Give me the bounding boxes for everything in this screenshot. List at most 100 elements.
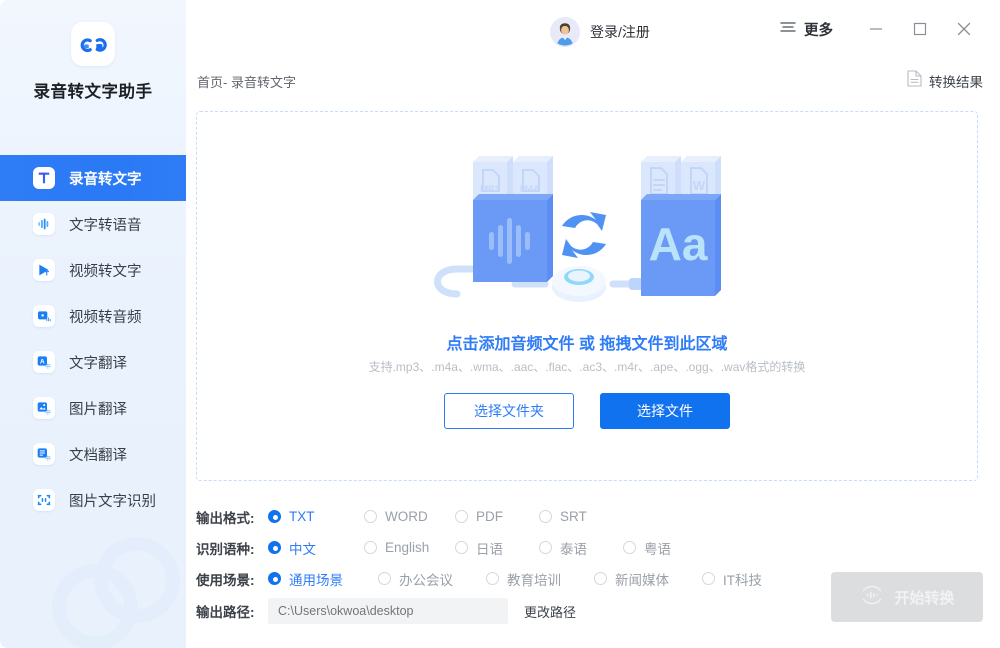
option-row-scenario: 使用场景: 通用场景 办公会议 教育培训 新闻媒体 IT科技	[196, 563, 816, 594]
text-translate-icon: A 中	[33, 351, 55, 373]
image-ocr-icon	[33, 489, 55, 511]
radio-label: 教育培训	[507, 572, 561, 588]
radio-label: WORD	[385, 509, 428, 524]
sidebar-watermark-logo	[52, 537, 180, 648]
radio-label: English	[385, 540, 430, 555]
video-to-text-icon	[33, 259, 55, 281]
radio-label: 办公会议	[399, 572, 453, 588]
menu-lines-icon	[780, 20, 796, 39]
sidebar-item-text-translate[interactable]: A 中 文字翻译	[0, 339, 186, 385]
option-label: 输出格式:	[196, 510, 255, 526]
header-overlay-blob	[664, 2, 788, 58]
conversion-results-label: 转换结果	[929, 75, 983, 90]
option-row-language: 识别语种: 中文 English 日语 泰语 粤语	[196, 532, 816, 563]
conversion-illustration: MP3 M4A W Aa	[434, 156, 721, 302]
option-label: 使用场景:	[196, 572, 255, 588]
radio-output-format-word[interactable]: WORD	[364, 509, 455, 524]
brand-name: 录音转文字助手	[33, 83, 153, 101]
more-menu-button[interactable]: 更多	[780, 19, 833, 40]
sidebar-item-label: 视频转音频	[69, 309, 142, 326]
radio-scenario-education[interactable]: 教育培训	[486, 569, 594, 589]
output-path-row: 输出路径: 更改路径	[196, 598, 576, 624]
window-controls	[854, 12, 986, 50]
dropzone-subtitle: 支持.mp3、.m4a、.wma、.aac、.flac、.ac3、.m4r、.a…	[368, 360, 806, 374]
radio-scenario-office-meeting[interactable]: 办公会议	[378, 569, 486, 589]
radio-output-format-txt[interactable]: TXT	[268, 509, 364, 524]
conversion-results-link[interactable]: 转换结果	[907, 70, 983, 92]
maximize-icon	[913, 22, 927, 41]
breadcrumb: 首页- 录音转文字	[197, 75, 296, 90]
radio-language-cantonese[interactable]: 粤语	[623, 538, 671, 558]
sidebar-nav: 录音转文字 文字转语音 视频转文字 视频转音频 A 中 文字翻译 中 图片翻译 …	[0, 155, 186, 523]
dropzone-buttons: 选择文件夹 选择文件	[197, 393, 977, 429]
radio-dot-icon	[702, 572, 715, 585]
brand: 录音转文字助手	[0, 0, 186, 102]
radio-dot-icon	[486, 572, 499, 585]
user-avatar	[550, 17, 580, 47]
sidebar-item-video-to-audio[interactable]: 视频转音频	[0, 293, 186, 339]
sidebar-item-label: 录音转文字	[69, 171, 142, 188]
sidebar-item-text-to-speech[interactable]: 文字转语音	[0, 201, 186, 247]
sidebar-item-document-translate[interactable]: 中 文档翻译	[0, 431, 186, 477]
radio-label: 粤语	[644, 541, 671, 557]
maximize-button[interactable]	[898, 12, 942, 50]
radio-output-format-srt[interactable]: SRT	[539, 509, 587, 524]
radio-label: 新闻媒体	[615, 572, 669, 588]
file-dropzone[interactable]: MP3 M4A W Aa 点击添加音频文件 或 拖拽文件到此区域 支持.mp3、…	[196, 111, 978, 481]
sidebar-item-label: 图片翻译	[69, 401, 127, 418]
svg-text:Aa: Aa	[649, 218, 708, 270]
sidebar-item-image-ocr[interactable]: 图片文字识别	[0, 477, 186, 523]
radio-dot-icon	[455, 510, 468, 523]
svg-text:W: W	[693, 178, 706, 193]
change-path-button[interactable]: 更改路径	[524, 602, 576, 621]
radio-scenario-it-tech[interactable]: IT科技	[702, 569, 762, 589]
document-icon	[907, 70, 922, 92]
convert-arrows-icon	[562, 212, 606, 258]
start-conversion-button[interactable]: 开始转换	[831, 572, 983, 622]
text-to-speech-icon	[33, 213, 55, 235]
minimize-button[interactable]	[854, 12, 898, 50]
radio-language-chinese[interactable]: 中文	[268, 538, 364, 558]
radio-output-format-pdf[interactable]: PDF	[455, 509, 539, 524]
radio-dot-icon	[364, 541, 377, 554]
output-path-input[interactable]	[268, 598, 508, 624]
more-menu-label: 更多	[804, 23, 833, 39]
radio-dot-icon	[594, 572, 607, 585]
radio-scenario-general[interactable]: 通用场景	[268, 569, 378, 589]
sidebar-item-image-translate[interactable]: 中 图片翻译	[0, 385, 186, 431]
radio-label: SRT	[560, 509, 587, 524]
audio-to-text-icon	[33, 167, 55, 189]
svg-text:A: A	[40, 358, 45, 365]
radio-label: 中文	[289, 541, 316, 557]
conversion-options: 输出格式: TXT WORD PDF SRT 识别语种: 中文 English …	[196, 501, 816, 594]
sidebar-item-video-to-text[interactable]: 视频转文字	[0, 247, 186, 293]
minimize-icon	[869, 22, 883, 41]
radio-label: IT科技	[723, 572, 762, 588]
sidebar-item-audio-to-text[interactable]: 录音转文字	[0, 155, 186, 201]
login-register-button[interactable]: 登录/注册	[550, 17, 650, 47]
radio-language-japanese[interactable]: 日语	[455, 538, 539, 558]
video-to-audio-icon	[33, 305, 55, 327]
radio-label: 日语	[476, 541, 503, 557]
sidebar-item-label: 视频转文字	[69, 263, 142, 280]
radio-dot-icon	[623, 541, 636, 554]
radio-dot-icon	[539, 510, 552, 523]
radio-label: PDF	[476, 509, 503, 524]
title-bar: 登录/注册 更多	[186, 0, 1000, 64]
select-file-button[interactable]: 选择文件	[600, 393, 730, 429]
app-logo-icon	[71, 22, 115, 66]
radio-language-thai[interactable]: 泰语	[539, 538, 623, 558]
radio-language-english[interactable]: English	[364, 540, 455, 555]
document-translate-icon: 中	[33, 443, 55, 465]
sidebar-item-label: 图片文字识别	[69, 493, 156, 510]
radio-label: TXT	[289, 509, 315, 524]
select-folder-button[interactable]: 选择文件夹	[444, 393, 574, 429]
svg-text:MP3: MP3	[480, 184, 500, 195]
radio-scenario-news-media[interactable]: 新闻媒体	[594, 569, 702, 589]
radio-dot-icon	[268, 572, 281, 585]
waveform-circle-icon	[859, 582, 885, 613]
sidebar-item-label: 文字转语音	[69, 217, 142, 234]
close-button[interactable]	[942, 12, 986, 50]
radio-dot-icon	[268, 510, 281, 523]
option-label: 识别语种:	[196, 541, 255, 557]
